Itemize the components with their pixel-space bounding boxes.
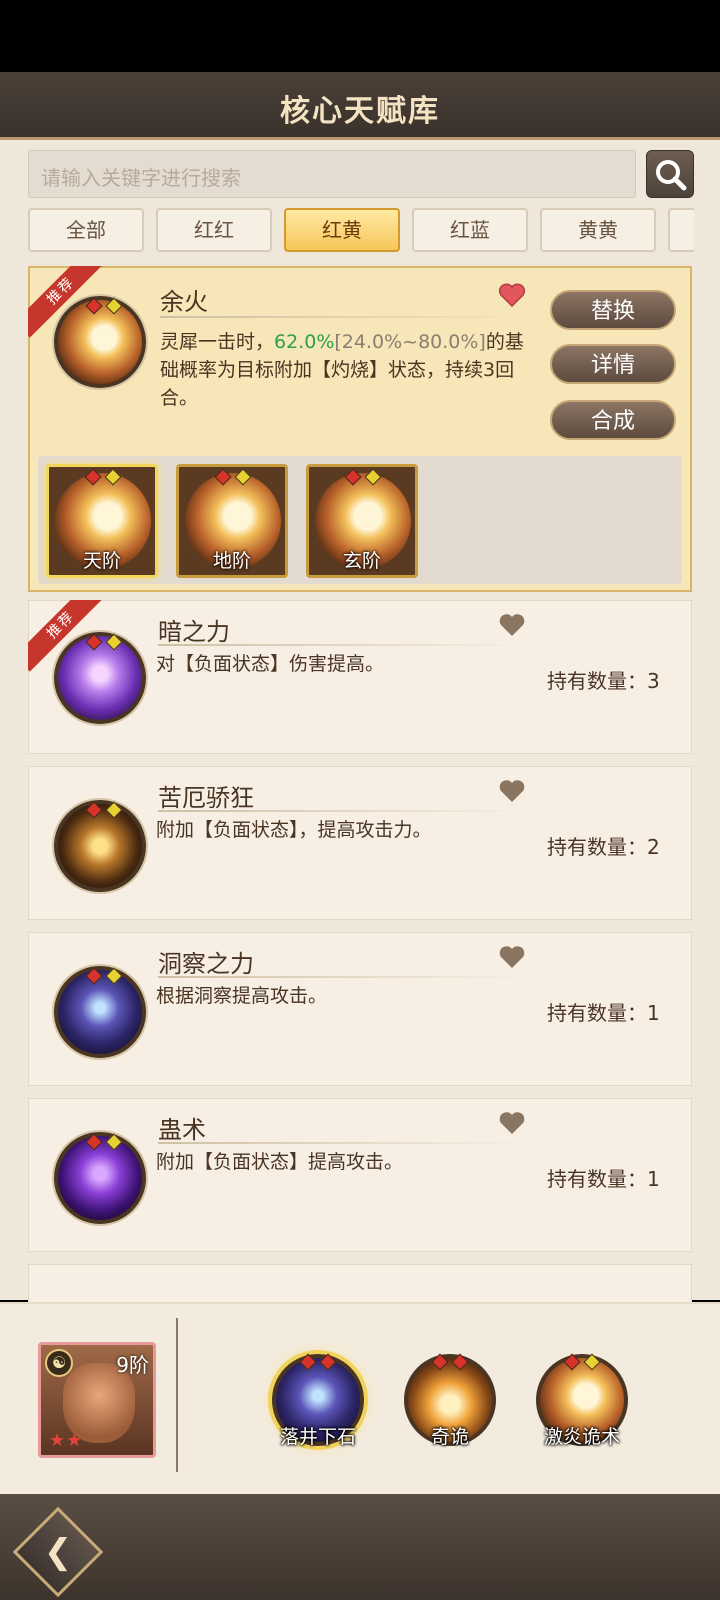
tab-yellow-yellow[interactable]: 黄黄 [540,208,656,252]
search-button[interactable] [646,150,694,198]
owned-count: 持有数量：1 [547,1167,660,1191]
desc-value: 62.0% [274,331,335,353]
hero-portrait[interactable]: ☯ 9阶 ★★ [38,1342,156,1458]
talent-name: 蛊术 [158,1116,206,1144]
desc-text: 灵犀一击时， [160,331,275,353]
talent-description: 附加【负面状态】，提高攻击力。 [156,819,432,841]
gem-slots [344,468,387,486]
search-placeholder: 请输入关键字进行搜索 [41,166,241,190]
owned-count: 持有数量：2 [547,835,660,859]
tab-red-blue[interactable]: 红蓝 [412,208,528,252]
favorite-heart-icon[interactable] [498,778,526,804]
talent-name: 余火 [160,288,208,316]
divider [158,1142,526,1144]
tab-red-yellow[interactable]: 红黄 [284,208,400,252]
gem-slots [85,297,128,315]
page-title: 核心天赋库 [280,94,440,129]
talent-description: 灵犀一击时，62.0%[24.0%~80.0%]的基础概率为目标附加【灼烧】状态… [160,328,534,412]
equipped-label: 落井下石 [279,1426,356,1448]
divider [160,316,530,318]
equipped-label: 奇诡 [430,1426,469,1448]
gem-slots [85,633,128,651]
gem-slots [85,801,128,819]
favorite-heart-icon[interactable] [498,282,526,308]
talent-name: 暗之力 [158,618,230,646]
gem-slots [431,1353,474,1371]
replace-button[interactable]: 替换 [550,290,676,330]
talent-description: 根据洞察提高攻击。 [156,985,328,1007]
grade-label: 地阶 [212,550,251,572]
faction-emblem-icon: ☯ [45,1349,73,1377]
footer-bar [0,1494,720,1600]
divider [176,1318,178,1472]
tab-all[interactable]: 全部 [28,208,144,252]
equipped-slot[interactable]: 落井下石 [268,1350,368,1450]
gem-slots [214,468,257,486]
talent-description: 附加【负面状态】提高攻击。 [156,1151,404,1173]
desc-range: [24.0%~80.0%] [334,331,486,353]
grade-label: 玄阶 [342,550,381,572]
hero-level: 9阶 [116,1353,149,1377]
grade-earth[interactable]: 地阶 [176,464,288,578]
divider [158,644,526,646]
owned-count: 持有数量：3 [547,669,660,693]
tab-red-red[interactable]: 红红 [156,208,272,252]
hero-stars: ★★ [49,1430,84,1451]
equipped-label: 激炎诡术 [543,1426,620,1448]
gem-slots [85,967,128,985]
favorite-heart-icon[interactable] [498,1110,526,1136]
search-icon [656,160,687,191]
gem-slots [85,1133,128,1151]
gem-slots [563,1353,606,1371]
details-button[interactable]: 详情 [550,344,676,384]
talent-name: 苦厄骄狂 [158,784,254,812]
grade-heaven[interactable]: 天阶 [46,464,158,578]
status-bar [0,0,720,72]
talent-description: 对【负面状态】伤害提高。 [156,653,385,675]
talent-name: 洞察之力 [158,950,254,978]
filter-tabs: 全部 红红 红黄 红蓝 黄黄 [28,208,694,252]
divider [158,810,526,812]
talent-card-partial[interactable] [28,1264,692,1304]
gem-slots [299,1353,342,1371]
equipped-slot[interactable]: 奇诡 [400,1350,500,1450]
favorite-heart-icon[interactable] [498,612,526,638]
search-input[interactable]: 请输入关键字进行搜索 [28,150,636,198]
favorite-heart-icon[interactable] [498,944,526,970]
grade-label: 天阶 [82,550,121,572]
header: 核心天赋库 [0,72,720,140]
equipped-slot[interactable]: 激炎诡术 [532,1350,632,1450]
grade-mystic[interactable]: 玄阶 [306,464,418,578]
divider [158,976,526,978]
tab-more[interactable] [668,208,694,252]
owned-count: 持有数量：1 [547,1001,660,1025]
combine-button[interactable]: 合成 [550,400,676,440]
gem-slots [84,468,127,486]
back-arrow-icon: ❮ [43,1532,73,1572]
